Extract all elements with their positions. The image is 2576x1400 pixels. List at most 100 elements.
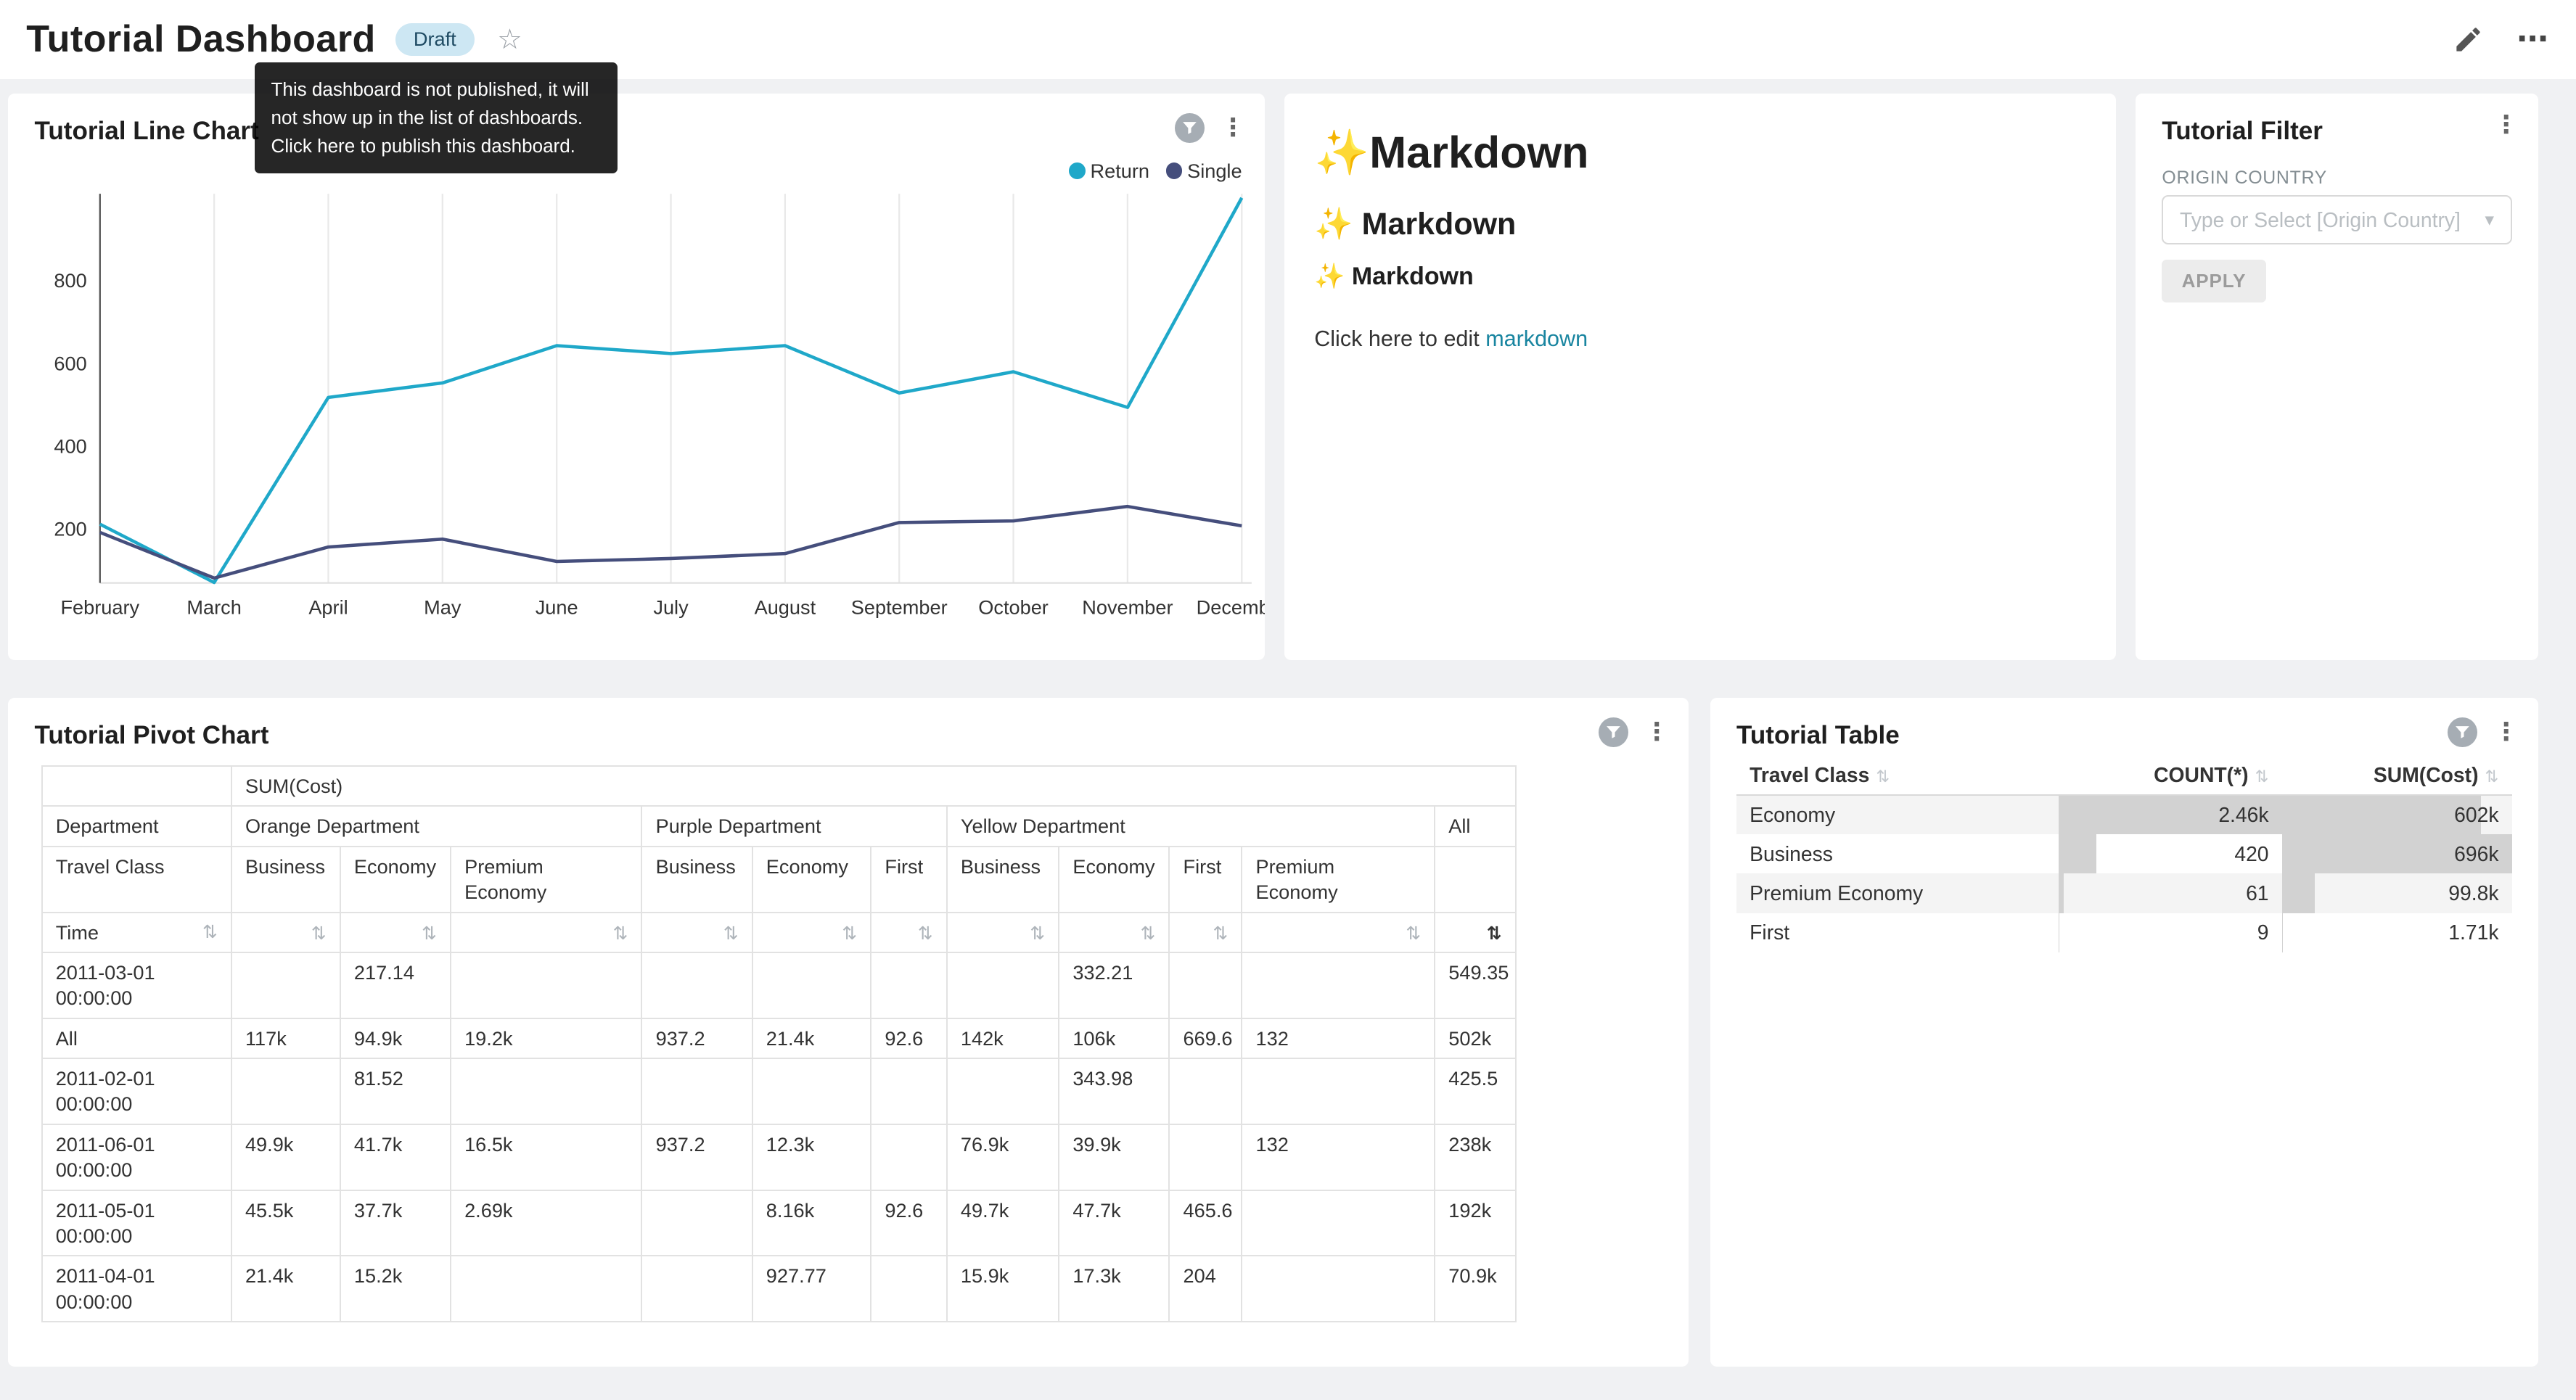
sort-icon[interactable]: ⇅ <box>918 923 933 944</box>
filter-indicator-icon[interactable] <box>2448 717 2477 747</box>
pivot-class-header: Economy <box>752 847 871 913</box>
pivot-value-cell <box>871 1058 947 1124</box>
table-card: Tutorial Table ⋮ Travel Class⇅COUNT(*)⇅S… <box>1710 698 2538 1366</box>
svg-text:December: December <box>1197 596 1265 619</box>
sort-icon[interactable]: ⇅ <box>2485 767 2499 786</box>
pivot-sort-cell: ⇅ <box>231 913 340 952</box>
sort-icon[interactable]: ⇅ <box>1213 923 1228 944</box>
pivot-value-cell <box>871 952 947 1018</box>
sort-icon[interactable]: ⇅ <box>2255 767 2269 786</box>
draft-badge[interactable]: Draft <box>395 23 475 57</box>
pivot-value-cell: 94.9k <box>340 1018 451 1058</box>
sort-icon[interactable]: ⇅ <box>1140 923 1155 944</box>
sum-value: 696k <box>2295 842 2499 866</box>
pivot-value-cell: 106k <box>1059 1018 1169 1058</box>
pivot-time-label: Time⇅ <box>42 913 231 952</box>
filter-indicator-icon[interactable] <box>1175 113 1205 143</box>
column-header-sum[interactable]: SUM(Cost)⇅ <box>2282 755 2512 794</box>
kebab-menu-icon[interactable]: ⋮ <box>2494 113 2519 138</box>
svg-text:August: August <box>755 596 816 619</box>
sort-icon[interactable]: ⇅ <box>613 923 628 944</box>
legend-item-single[interactable]: Single <box>1166 160 1242 183</box>
sort-icon[interactable]: ⇅ <box>422 923 437 944</box>
pivot-value-cell: 17.3k <box>1059 1256 1169 1322</box>
sort-icon[interactable]: ⇅ <box>1030 923 1045 944</box>
pivot-value-cell: 41.7k <box>340 1124 451 1190</box>
pivot-data-row: 2011-05-01 00:00:0045.5k37.7k2.69k8.16k9… <box>42 1190 1516 1256</box>
pivot-value-cell <box>451 952 642 1018</box>
pivot-value-cell: 117k <box>231 1018 340 1058</box>
svg-text:600: 600 <box>54 352 87 374</box>
pivot-value-cell: 49.9k <box>231 1124 340 1190</box>
column-label: COUNT(*) <box>2154 763 2248 786</box>
pivot-value-cell <box>947 1058 1059 1124</box>
markdown-edit-link[interactable]: markdown <box>1485 326 1588 351</box>
pivot-dept-header: Orange Department <box>231 806 642 846</box>
column-header-travel-class[interactable]: Travel Class⇅ <box>1736 755 2059 794</box>
sort-icon[interactable]: ⇅ <box>842 923 857 944</box>
sum-cell: 99.8k <box>2282 873 2512 913</box>
pivot-value-cell: 21.4k <box>752 1018 871 1058</box>
sort-icon[interactable]: ⇅ <box>1406 923 1421 944</box>
pivot-value-cell: 927.77 <box>752 1256 871 1322</box>
pivot-value-cell <box>871 1256 947 1322</box>
kebab-menu-icon[interactable]: ⋮ <box>1221 116 1245 141</box>
pivot-data-row: All117k94.9k19.2k937.221.4k92.6142k106k6… <box>42 1018 1516 1058</box>
pivot-row-time: 2011-05-01 00:00:00 <box>42 1190 231 1256</box>
sort-icon-active[interactable]: ⇅ <box>1487 923 1502 944</box>
pivot-value-cell <box>947 952 1059 1018</box>
sort-icon[interactable]: ⇅ <box>311 923 327 944</box>
favorite-star-icon[interactable]: ☆ <box>497 23 522 56</box>
sort-icon[interactable]: ⇅ <box>1876 767 1890 786</box>
pivot-class-header: Business <box>641 847 752 913</box>
filter-card-icons: ⋮ <box>2494 113 2519 138</box>
pivot-value-cell: 12.3k <box>752 1124 871 1190</box>
sum-value: 1.71k <box>2295 921 2499 944</box>
count-value: 2.46k <box>2072 803 2269 827</box>
kebab-menu-icon[interactable]: ⋮ <box>1644 720 1669 745</box>
travel-class-cell: Business <box>1736 834 2059 873</box>
markdown-paragraph-text: Click here to edit <box>1314 326 1485 351</box>
pivot-value-cell: 204 <box>1169 1256 1242 1322</box>
sum-cell: 602k <box>2282 795 2512 834</box>
edit-pencil-icon[interactable] <box>2453 24 2484 55</box>
pivot-value-cell <box>752 952 871 1018</box>
apply-button[interactable]: APPLY <box>2162 260 2265 302</box>
count-cell: 61 <box>2059 873 2282 913</box>
pivot-dept-header: Purple Department <box>641 806 946 846</box>
filter-indicator-icon[interactable] <box>1599 717 1628 747</box>
legend-dot-single <box>1166 162 1183 179</box>
origin-country-select[interactable]: Type or Select [Origin Country] ▾ <box>2162 195 2511 244</box>
pivot-card-title: Tutorial Pivot Chart <box>35 721 269 750</box>
pivot-value-cell: 92.6 <box>871 1190 947 1256</box>
pivot-value-cell: 2.69k <box>451 1190 642 1256</box>
filter-card-title: Tutorial Filter <box>2162 117 2323 146</box>
pivot-value-cell <box>641 1256 752 1322</box>
kebab-menu-icon[interactable]: ⋮ <box>2494 720 2519 745</box>
svg-text:200: 200 <box>54 518 87 540</box>
pivot-value-cell <box>641 952 752 1018</box>
origin-country-label: ORIGIN COUNTRY <box>2162 168 2327 189</box>
pivot-value-cell: 92.6 <box>871 1018 947 1058</box>
more-options-icon[interactable]: ⋯ <box>2516 21 2549 57</box>
count-value: 61 <box>2072 881 2269 905</box>
pivot-empty-header <box>1435 847 1515 913</box>
svg-text:May: May <box>424 596 462 619</box>
markdown-body: ✨Markdown ✨ Markdown ✨ Markdown Click he… <box>1314 126 2090 352</box>
pivot-value-cell: 21.4k <box>231 1256 340 1322</box>
select-placeholder: Type or Select [Origin Country] <box>2180 208 2478 232</box>
pivot-sort-cell: ⇅ <box>1242 913 1435 952</box>
travel-class-cell: Economy <box>1736 795 2059 834</box>
travel-class-cell: Premium Economy <box>1736 873 2059 913</box>
pivot-value-cell: 19.2k <box>451 1018 642 1058</box>
column-header-count[interactable]: COUNT(*) ⇅ <box>2059 755 2282 794</box>
legend-label-return: Return <box>1091 160 1150 183</box>
pivot-data-row: 2011-04-01 00:00:0021.4k15.2k927.7715.9k… <box>42 1256 1516 1322</box>
sort-icon[interactable]: ⇅ <box>723 923 739 944</box>
pivot-value-cell: 39.9k <box>1059 1124 1169 1190</box>
pivot-value-cell: 49.7k <box>947 1190 1059 1256</box>
sort-icon[interactable]: ⇅ <box>202 921 218 944</box>
legend-item-return[interactable]: Return <box>1069 160 1149 183</box>
chart-legend: Return Single <box>1069 160 1242 183</box>
pivot-value-cell <box>752 1058 871 1124</box>
